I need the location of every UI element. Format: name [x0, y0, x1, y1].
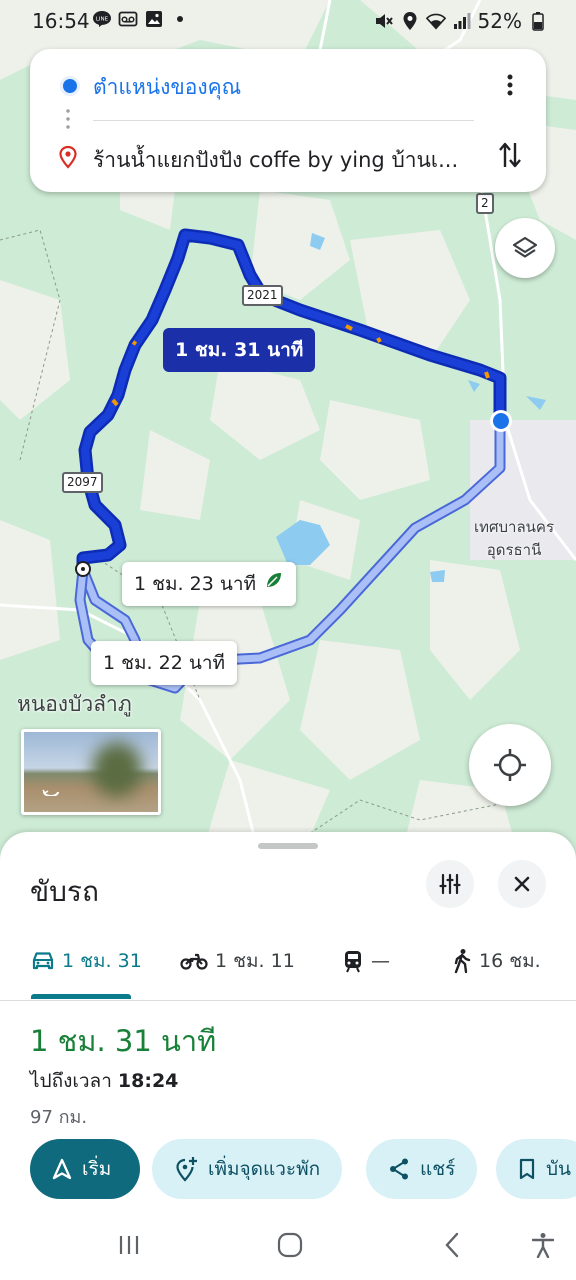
- close-icon: [514, 876, 530, 892]
- tab-motorcycle[interactable]: 1 ชม. 11: [180, 946, 295, 976]
- tab-drive[interactable]: 1 ชม. 31: [31, 946, 142, 976]
- share-icon: [390, 1158, 408, 1180]
- street-view-blur: [92, 742, 142, 797]
- dot-icon: [170, 9, 190, 29]
- voicemail-icon: [118, 9, 138, 29]
- route-label-alt1-text: 1 ชม. 23 นาที: [134, 573, 257, 595]
- navigation-arrow-icon: [52, 1158, 72, 1180]
- crosshair-icon: [494, 749, 526, 781]
- road-shield-2021: 2021: [242, 285, 283, 306]
- signal-icon: [452, 11, 472, 31]
- more-vert-icon: [507, 74, 513, 96]
- layers-button[interactable]: [495, 218, 555, 278]
- tab-walk[interactable]: 16 ชม.: [452, 946, 541, 976]
- eco-leaf-icon: [264, 562, 284, 606]
- walk-icon: [454, 949, 471, 974]
- add-stop-button[interactable]: เพิ่มจุดแวะพัก: [152, 1139, 343, 1199]
- street-view-thumbnail[interactable]: [21, 729, 161, 815]
- city-label-line2: อุดรธานี: [486, 541, 542, 559]
- motorcycle-icon: [180, 953, 208, 970]
- route-label-alt2[interactable]: 1 ชม. 22 นาที: [91, 641, 238, 685]
- accessibility-button[interactable]: [523, 1230, 563, 1260]
- tab-motorcycle-label: 1 ชม. 11: [215, 950, 295, 972]
- bookmark-icon: [519, 1158, 535, 1180]
- status-bar: 16:54 LINE 52%: [0, 0, 576, 44]
- status-notification-icons: LINE: [92, 9, 190, 29]
- sheet-drag-handle[interactable]: [258, 843, 318, 849]
- street-view-rotate-icon: [42, 789, 59, 796]
- tab-transit[interactable]: —: [342, 946, 390, 976]
- destination-marker-center: [81, 567, 85, 571]
- route-label-primary[interactable]: 1 ชม. 31 นาที: [163, 328, 316, 372]
- arrival-prefix: ไปถึงเวลา: [30, 1070, 112, 1092]
- tune-icon: [439, 873, 461, 895]
- home-button[interactable]: [270, 1230, 310, 1260]
- arrival-time-value: 18:24: [117, 1070, 179, 1092]
- route-dots-connector: [66, 107, 70, 133]
- road-shield-2: 2: [476, 193, 494, 214]
- car-icon: [32, 952, 54, 970]
- destination-pin-icon: [59, 145, 77, 169]
- arrival-time: ไปถึงเวลา 18:24: [30, 1066, 178, 1096]
- card-divider: [93, 120, 474, 121]
- route-label-alt1[interactable]: 1 ชม. 23 นาที: [122, 562, 297, 606]
- origin-dot-icon: [60, 76, 80, 96]
- share-button[interactable]: แชร์: [366, 1139, 478, 1199]
- save-label: บัน: [546, 1158, 572, 1180]
- my-location-button[interactable]: [469, 724, 551, 806]
- tab-transit-label: —: [371, 950, 390, 972]
- active-tab-indicator: [31, 994, 131, 999]
- layers-icon: [512, 236, 538, 258]
- status-time: 16:54: [32, 9, 90, 33]
- place-label: หนองบัวลำภู: [17, 692, 132, 716]
- origin-field[interactable]: ตำแหน่งของคุณ: [93, 71, 241, 104]
- close-button[interactable]: [498, 860, 546, 908]
- add-stop-label: เพิ่มจุดแวะพัก: [208, 1158, 321, 1180]
- more-options-button[interactable]: [496, 69, 524, 101]
- mute-icon: [374, 11, 394, 31]
- line-icon: LINE: [92, 9, 112, 29]
- train-icon: [345, 951, 361, 973]
- home-icon: [277, 1232, 303, 1258]
- battery-icon: [528, 11, 548, 31]
- current-location-dot: [493, 413, 509, 429]
- android-nav-bar: [0, 1210, 576, 1280]
- travel-mode-tabs: 1 ชม. 31 1 ชม. 11 — 16 ชม.: [0, 930, 576, 1001]
- back-button[interactable]: [432, 1230, 472, 1260]
- road-shield-2097: 2097: [62, 472, 103, 493]
- destination-field[interactable]: ร้านน้ำแยกปังปัง coffe by ying บ้านเ...: [93, 144, 481, 177]
- add-location-icon: [176, 1157, 197, 1182]
- recent-apps-button[interactable]: [109, 1230, 149, 1260]
- travel-mode-title: ขับรถ: [30, 875, 99, 908]
- trip-distance: 97 กม.: [30, 1107, 88, 1128]
- start-label: เริ่ม: [82, 1158, 112, 1180]
- image-icon: [144, 9, 164, 29]
- status-system-icons: 52%: [374, 9, 548, 33]
- svg-text:LINE: LINE: [96, 17, 109, 23]
- save-button[interactable]: บัน: [496, 1139, 576, 1199]
- tab-drive-label: 1 ชม. 31: [62, 950, 142, 972]
- directions-card: ตำแหน่งของคุณ ร้านน้ำแยกปังปัง coffe by …: [30, 49, 546, 192]
- wifi-icon: [425, 11, 446, 31]
- location-icon: [400, 11, 420, 31]
- tab-walk-label: 16 ชม.: [479, 950, 541, 972]
- route-options-button[interactable]: [426, 860, 474, 908]
- back-icon: [445, 1232, 459, 1258]
- share-label: แชร์: [420, 1158, 456, 1180]
- trip-duration: 1 ชม. 31 นาที: [30, 1024, 217, 1058]
- swap-vert-icon: [499, 142, 521, 168]
- recent-apps-icon: [119, 1236, 139, 1254]
- swap-directions-button[interactable]: [494, 139, 526, 171]
- battery-percent: 52%: [477, 9, 522, 33]
- city-label-line1: เทศบาลนคร: [474, 518, 555, 536]
- start-navigation-button[interactable]: เริ่ม: [30, 1139, 140, 1199]
- accessibility-icon: [531, 1233, 555, 1258]
- city-label: เทศบาลนคร อุดรธานี: [474, 516, 554, 562]
